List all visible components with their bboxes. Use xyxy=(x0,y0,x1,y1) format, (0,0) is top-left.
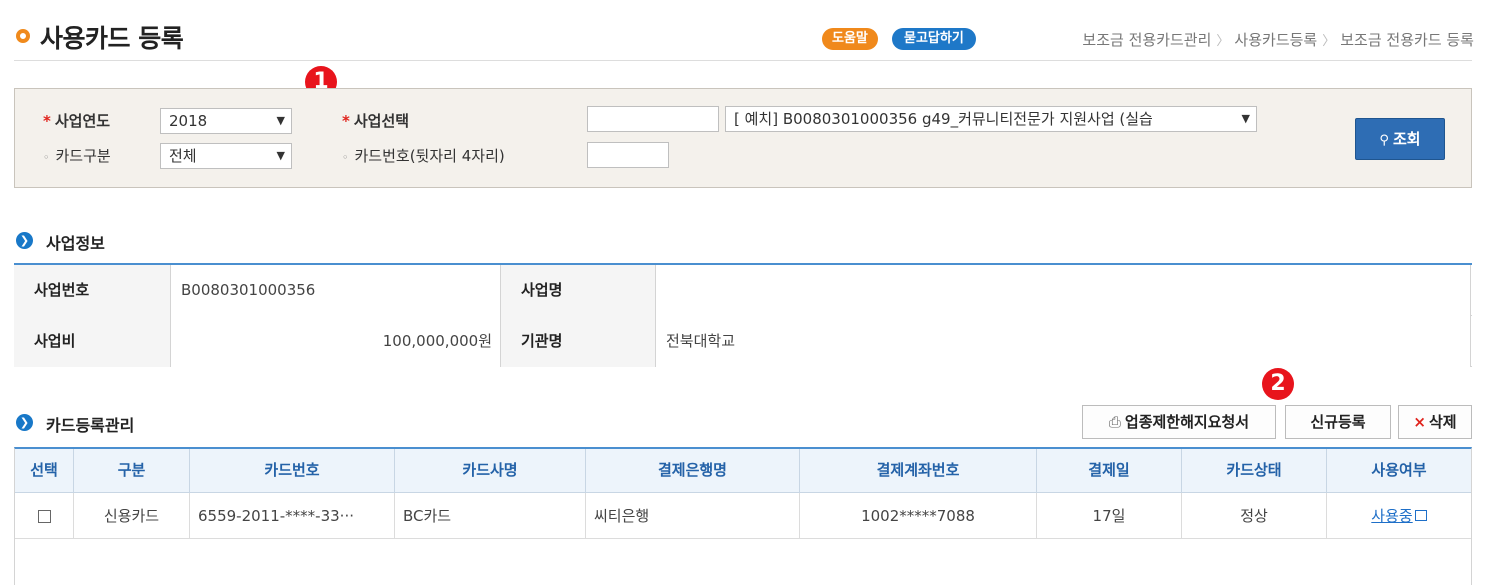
annotation-badge-2: 2 xyxy=(1262,368,1294,400)
search-button[interactable]: ⚲ 조회 xyxy=(1355,118,1445,160)
page-title: 사용카드 등록 xyxy=(40,24,184,53)
card-number-label: ◦ 카드번호(뒷자리 4자리) xyxy=(342,147,505,165)
col-header: 결제계좌번호 xyxy=(799,449,1036,492)
chevron-right-icon: ❯ xyxy=(16,232,33,249)
org-label: 기관명 xyxy=(500,316,655,367)
external-link-icon[interactable] xyxy=(1414,510,1427,521)
card-type-label: ◦ 카드구분 xyxy=(43,147,111,165)
dropdown-arrow-icon: ▼ xyxy=(1241,112,1250,125)
info-row: 사업번호 B0080301000356 사업명 xyxy=(14,265,1472,316)
close-icon: × xyxy=(1413,413,1426,431)
type-cell: 신용카드 xyxy=(73,493,189,538)
col-header: 카드번호 xyxy=(189,449,394,492)
col-header: 사용여부 xyxy=(1326,449,1471,492)
pay-day-cell: 17일 xyxy=(1036,493,1181,538)
project-code-input[interactable] xyxy=(587,106,719,132)
card-number-cell: 6559-2011-****-33··· xyxy=(189,493,394,538)
budget-label: 사업비 xyxy=(14,316,170,367)
card-grid: 선택 구분 카드번호 카드사명 결제은행명 결제계좌번호 결제일 카드상태 사용… xyxy=(14,447,1472,585)
info-row: 사업비 100,000,000원 기관명 전북대학교 xyxy=(14,316,1472,367)
table-row: 신용카드 6559-2011-****-33··· BC카드 씨티은행 1002… xyxy=(15,493,1471,539)
title-bullet-icon xyxy=(16,29,30,43)
breadcrumb-item: 보조금 전용카드 등록 xyxy=(1340,31,1474,49)
new-register-button[interactable]: 신규등록 xyxy=(1285,405,1391,439)
chevron-right-icon: 〉 xyxy=(1216,34,1230,49)
chevron-right-icon: 〉 xyxy=(1322,34,1336,49)
year-label: * 사업연도 xyxy=(43,112,111,130)
limit-release-request-button[interactable]: ⎙ 업종제한해지요청서 xyxy=(1082,405,1276,439)
col-header: 결제일 xyxy=(1036,449,1181,492)
breadcrumb: 보조금 전용카드관리 〉 사용카드등록 〉 보조금 전용카드 등록 xyxy=(1082,29,1474,50)
search-icon: ⚲ xyxy=(1379,133,1389,148)
col-header: 구분 xyxy=(73,449,189,492)
col-header: 선택 xyxy=(30,461,58,479)
project-label: * 사업선택 xyxy=(342,112,410,130)
col-header: 카드사명 xyxy=(394,449,585,492)
title-divider xyxy=(14,60,1472,61)
project-info-table: 사업번호 B0080301000356 사업명 사업비 100,000,000원… xyxy=(14,263,1472,367)
project-select[interactable]: [ 예치] B0080301000356 g49_커뮤니티전문가 지원사업 (실… xyxy=(725,106,1257,132)
delete-button[interactable]: × 삭제 xyxy=(1398,405,1472,439)
grid-header: 선택 구분 카드번호 카드사명 결제은행명 결제계좌번호 결제일 카드상태 사용… xyxy=(15,449,1471,493)
project-name-value xyxy=(655,265,1470,316)
breadcrumb-item[interactable]: 사용카드등록 xyxy=(1234,31,1317,49)
org-value: 전북대학교 xyxy=(655,316,1470,367)
search-panel: * 사업연도 2018 ▼ * 사업선택 [ 예치] B0080301000356 g… xyxy=(14,88,1472,188)
project-name-label: 사업명 xyxy=(500,265,655,316)
chevron-right-icon: ❯ xyxy=(16,414,33,431)
year-select[interactable]: 2018 ▼ xyxy=(160,108,292,134)
usage-cell: 사용중 xyxy=(1326,493,1471,538)
usage-link[interactable]: 사용중 xyxy=(1371,507,1412,525)
card-type-select[interactable]: 전체 ▼ xyxy=(160,143,292,169)
project-no-label: 사업번호 xyxy=(14,265,170,316)
col-header: 결제은행명 xyxy=(585,449,799,492)
bank-cell: 씨티은행 xyxy=(585,493,799,538)
status-cell: 정상 xyxy=(1181,493,1326,538)
help-button[interactable]: 도움말 xyxy=(822,28,878,50)
card-number-input[interactable] xyxy=(587,142,669,168)
card-company-cell: BC카드 xyxy=(394,493,585,538)
breadcrumb-item[interactable]: 보조금 전용카드관리 xyxy=(1082,31,1211,49)
budget-value: 100,000,000원 xyxy=(170,316,500,367)
print-icon: ⎙ xyxy=(1108,413,1121,431)
page-header: 사용카드 등록 도움말 묻고답하기 보조금 전용카드관리 〉 사용카드등록 〉 보조금 … xyxy=(14,16,1474,56)
project-no-value: B0080301000356 xyxy=(170,265,500,316)
dropdown-arrow-icon: ▼ xyxy=(276,149,285,162)
row-select-cell xyxy=(15,493,73,538)
dropdown-arrow-icon: ▼ xyxy=(276,114,285,127)
col-header: 카드상태 xyxy=(1181,449,1326,492)
qa-button[interactable]: 묻고답하기 xyxy=(892,28,976,50)
account-cell: 1002*****7088 xyxy=(799,493,1036,538)
row-checkbox[interactable] xyxy=(37,510,51,523)
